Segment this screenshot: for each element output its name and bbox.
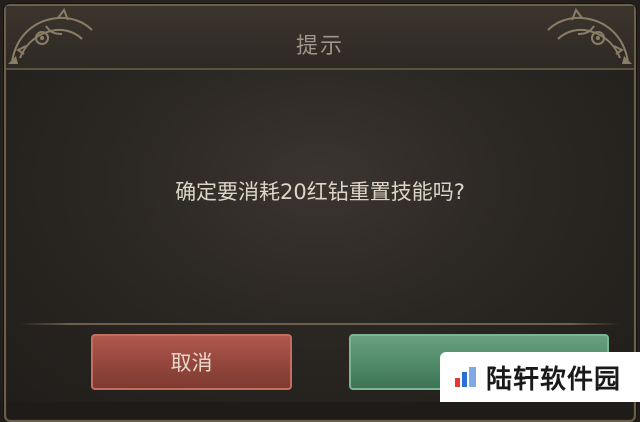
bar-chart-logo-icon: [455, 367, 476, 387]
dialog-title: 提示: [295, 34, 344, 59]
confirm-dialog: 提示 确定要消耗20红钻重置技能吗? 取消: [0, 0, 640, 422]
cancel-button[interactable]: 取消: [91, 334, 292, 390]
watermark: 陆轩软件园: [440, 352, 640, 402]
divider: [20, 323, 620, 325]
dialog-header: 提示: [6, 6, 634, 70]
dragon-ornament-icon: [547, 7, 632, 64]
dialog-message: 确定要消耗20红钻重置技能吗?: [175, 180, 465, 204]
watermark-text: 陆轩软件园: [486, 364, 622, 395]
dragon-ornament-icon: [8, 7, 93, 64]
